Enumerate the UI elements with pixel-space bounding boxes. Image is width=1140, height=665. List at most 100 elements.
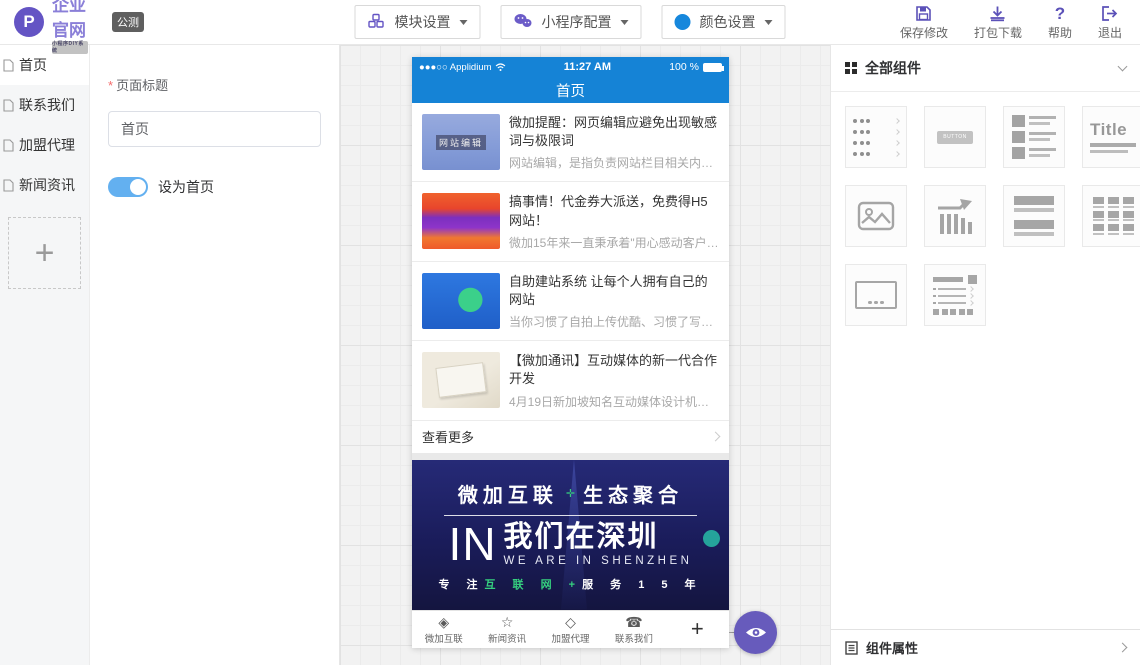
sidebar-item-news[interactable]: 新闻资讯 <box>0 165 89 205</box>
expand-chevron-icon[interactable] <box>1118 643 1128 653</box>
help-icon: ? <box>1055 4 1065 22</box>
banner-tagline: 专 注 互 联 网 + 服 务 1 5 年 <box>412 576 729 592</box>
save-button[interactable]: 保存修改 <box>900 4 948 41</box>
page-icon <box>3 99 14 112</box>
banner-divider <box>444 515 698 516</box>
component-menu-list[interactable] <box>845 106 907 168</box>
phone-status-bar: ●●●○○ Applidium 11:27 AM 100 % <box>412 57 729 77</box>
component-properties-bar[interactable]: 组件属性 <box>831 629 1140 665</box>
banner-sub-en: WE ARE IN SHENZHEN <box>504 556 693 568</box>
page-item-label: 加盟代理 <box>19 135 75 155</box>
banner-slogan: 生态聚合 <box>583 479 683 508</box>
page-icon <box>3 139 14 152</box>
banner-big-en: IN <box>449 521 497 567</box>
app-title-secondary: 小程序DIY系统 <box>52 41 88 54</box>
grid-icon <box>845 62 857 74</box>
download-icon <box>989 4 1006 22</box>
plus-icon: + <box>691 616 704 641</box>
save-label: 保存修改 <box>900 24 948 41</box>
nav-grid-icon <box>1093 197 1134 235</box>
view-more-link[interactable]: 查看更多 <box>412 421 729 453</box>
news-summary: 网站编辑，是指负责网站栏目相关内容的... <box>509 154 719 171</box>
clock-text: 11:27 AM <box>564 61 611 73</box>
news-title: 微加提醒：网页编辑应避免出现敏感词与极限词 <box>509 114 719 150</box>
banner-module[interactable]: 微加互联 ✛ 生态聚合 IN 我们在深圳 WE ARE IN SHENZHEN … <box>412 460 729 610</box>
component-carousel[interactable] <box>845 264 907 326</box>
phone-tab-bar: ◈ 微加互联 ☆ 新闻资讯 ◇ 加盟代理 ☎ 联系我们 + <box>412 610 729 648</box>
phone-nav-title: 首页 <box>556 80 585 101</box>
properties-icon <box>845 641 858 655</box>
plus-icon: + <box>35 234 55 273</box>
wechat-icon <box>514 13 533 32</box>
page-icon <box>3 59 14 72</box>
required-mark: * <box>108 78 113 93</box>
collapse-chevron-icon[interactable] <box>1118 62 1128 72</box>
news-item[interactable]: 搞事情！代金券大派送，免费得H5网站！ 微加15年来一直秉承着"用心感动客户！"… <box>412 182 729 261</box>
help-button[interactable]: ? 帮助 <box>1048 4 1072 41</box>
component-title[interactable]: Title <box>1082 106 1140 168</box>
components-title: 全部组件 <box>865 58 921 78</box>
page-properties-panel: *页面标题 设为首页 <box>90 45 340 665</box>
exit-label: 退出 <box>1098 24 1122 41</box>
tab-agency[interactable]: ◇ 加盟代理 <box>539 613 602 645</box>
beta-badge: 公测 <box>112 12 144 32</box>
button-icon: BUTTON <box>937 131 973 144</box>
sidebar-item-agency[interactable]: 加盟代理 <box>0 125 89 165</box>
page-title-field-label: *页面标题 <box>108 75 321 94</box>
banner-big-cn: 我们在深圳 <box>504 523 693 552</box>
module-settings-button[interactable]: 模块设置 <box>355 5 481 39</box>
eye-icon <box>745 625 767 640</box>
color-settings-label: 颜色设置 <box>700 12 756 32</box>
toggle-knob <box>130 179 146 195</box>
miniprogram-config-label: 小程序配置 <box>542 12 612 32</box>
color-settings-button[interactable]: 颜色设置 <box>662 5 786 39</box>
tab-home[interactable]: ◈ 微加互联 <box>412 613 475 645</box>
component-rich-list[interactable] <box>924 264 986 326</box>
news-title: 搞事情！代金券大派送，免费得H5网站！ <box>509 193 719 229</box>
component-nav-grid[interactable] <box>1082 185 1140 247</box>
page-item-label: 联系我们 <box>19 95 75 115</box>
view-more-label: 查看更多 <box>422 427 474 446</box>
page-title-input[interactable] <box>108 111 321 147</box>
exit-icon <box>1101 4 1118 22</box>
preview-button[interactable] <box>734 611 777 654</box>
component-image[interactable] <box>845 185 907 247</box>
wifi-icon <box>495 63 506 71</box>
battery-text: 100 % <box>669 61 699 73</box>
image-text-list-icon <box>1012 115 1056 159</box>
exit-button[interactable]: 退出 <box>1098 4 1122 41</box>
top-toolbar: P 企业官网小程序DIY系统 公测 模块设置 小程序配置 颜色设置 <box>0 0 1140 45</box>
component-rows[interactable] <box>1003 185 1065 247</box>
title-icon: Title <box>1090 121 1136 153</box>
tab-news[interactable]: ☆ 新闻资讯 <box>475 613 538 645</box>
news-thumbnail <box>422 352 500 408</box>
news-item[interactable]: 【微加通讯】互动媒体的新一代合作开发 4月19日新加坡知名互动媒体设计机构Pin… <box>412 341 729 420</box>
tab-contact[interactable]: ☎ 联系我们 <box>602 613 665 645</box>
toolbar-menus: 模块设置 小程序配置 颜色设置 <box>355 5 786 39</box>
color-swatch-icon <box>675 14 691 30</box>
news-title: 自助建站系统 让每个人拥有自己的网站 <box>509 273 719 309</box>
add-tab-button[interactable]: + <box>666 616 729 642</box>
image-icon <box>857 201 895 231</box>
sidebar-item-contact[interactable]: 联系我们 <box>0 85 89 125</box>
newspaper-graphic <box>435 362 486 398</box>
app-title-primary: 企业官网 <box>52 0 98 41</box>
component-image-text-list[interactable] <box>1003 106 1065 168</box>
app-brand: P 企业官网小程序DIY系统 公测 <box>14 0 144 54</box>
package-download-button[interactable]: 打包下载 <box>974 4 1022 41</box>
news-title: 【微加通讯】互动媒体的新一代合作开发 <box>509 352 719 388</box>
news-item[interactable]: 自助建站系统 让每个人拥有自己的网站 当你习惯了自拍上传优酷、习惯了写点小... <box>412 262 729 341</box>
miniprogram-config-button[interactable]: 小程序配置 <box>501 5 642 39</box>
app-title: 企业官网小程序DIY系统 <box>52 0 98 54</box>
news-item[interactable]: 网站编辑 微加提醒：网页编辑应避免出现敏感词与极限词 网站编辑，是指负责网站栏目… <box>412 103 729 182</box>
add-page-button[interactable]: + <box>8 217 81 289</box>
phone-nav-bar: 首页 <box>412 77 729 103</box>
page-item-label: 首页 <box>19 55 47 75</box>
component-chart[interactable] <box>924 185 986 247</box>
page-icon <box>3 179 14 192</box>
components-header: 全部组件 <box>831 45 1140 92</box>
modules-icon <box>368 13 386 32</box>
chart-arrow-icon <box>936 198 974 234</box>
set-home-toggle[interactable] <box>108 177 148 197</box>
component-button[interactable]: BUTTON <box>924 106 986 168</box>
